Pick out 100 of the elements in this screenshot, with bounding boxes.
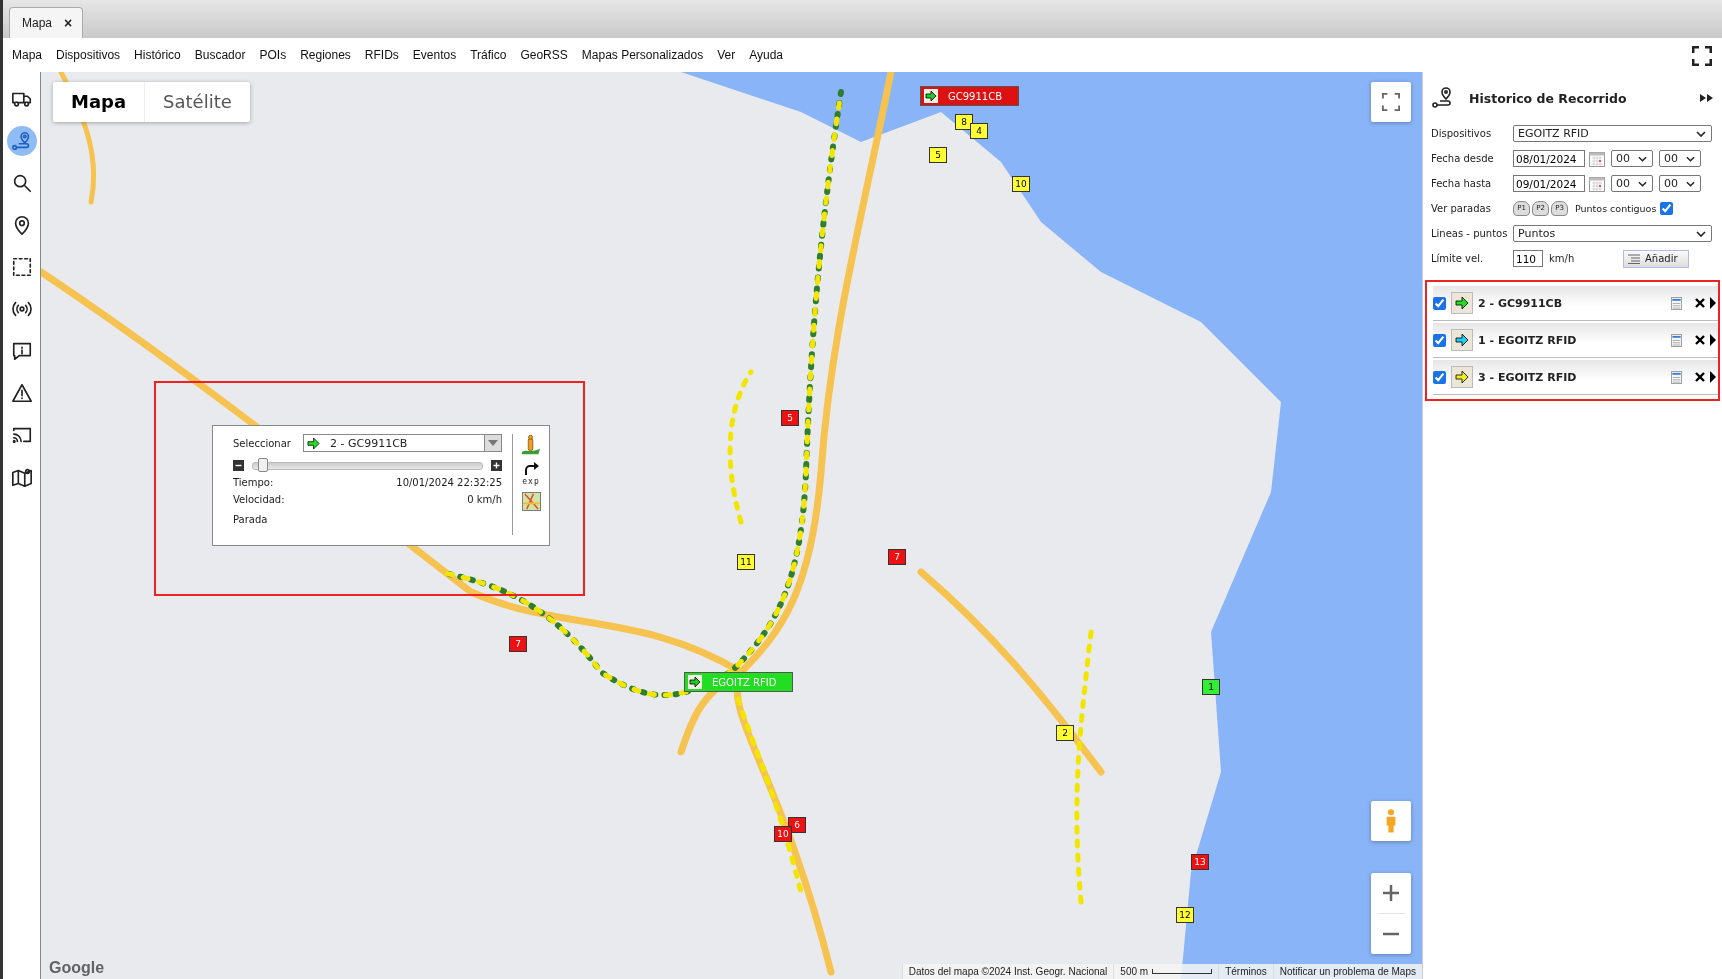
dropdown-caret-icon[interactable]	[1638, 155, 1647, 162]
document-icon[interactable]	[1671, 370, 1682, 384]
list-icon[interactable]	[1628, 253, 1640, 264]
contiguous-points-checkbox[interactable]	[1660, 202, 1674, 215]
expand-caret-icon[interactable]	[1710, 297, 1716, 309]
report-link[interactable]: Notificar un problema de Maps	[1272, 964, 1422, 979]
select-label: Seleccionar	[233, 437, 292, 449]
dropdown-caret-icon[interactable]	[1696, 130, 1706, 137]
stop-marker[interactable]: 11	[737, 554, 755, 570]
menu-item[interactable]: Buscador	[194, 48, 246, 62]
hour-select[interactable]: 00	[1611, 150, 1653, 167]
stop-marker[interactable]: 12	[1176, 907, 1194, 923]
stop-marker[interactable]: 1	[1202, 679, 1220, 695]
map-icon[interactable]	[521, 492, 541, 511]
stop-marker[interactable]: 10	[1012, 176, 1030, 192]
menu-item[interactable]: Tráfico	[470, 48, 507, 62]
field-value: 0 km/h	[467, 494, 502, 505]
minute-select[interactable]: 00	[1659, 175, 1701, 192]
date-field[interactable]: 08/01/2024	[1513, 150, 1585, 167]
track-checkbox[interactable]	[1433, 370, 1446, 384]
field-value: 10/01/2024 22:32:25	[396, 477, 502, 488]
calendar-icon[interactable]	[1589, 175, 1605, 192]
dropdown-caret-icon[interactable]	[1638, 180, 1647, 187]
hour-select[interactable]: 00	[1611, 175, 1653, 192]
calendar-icon[interactable]	[1589, 150, 1605, 167]
stop-marker[interactable]: 7	[888, 549, 906, 565]
stop-marker[interactable]: 5	[929, 147, 947, 163]
field-label: Ver paradas	[1431, 203, 1492, 214]
stop-marker[interactable]: 2	[1056, 725, 1074, 741]
stop-marker[interactable]: 8	[955, 114, 973, 130]
field-label: Lineas - puntos	[1431, 228, 1509, 239]
slider-thumb[interactable]	[257, 457, 268, 472]
track-checkbox[interactable]	[1433, 333, 1446, 347]
option-label: Puntos contiguos	[1575, 203, 1657, 214]
field-label: Límite vel.	[1431, 253, 1485, 264]
speed-limit-field[interactable]: 110	[1513, 250, 1543, 267]
menu-item[interactable]: Histórico	[134, 48, 181, 62]
track-label: 3 - EGOITZ RFID	[1478, 370, 1578, 384]
display-mode-select[interactable]: Puntos	[1513, 225, 1712, 242]
expand-caret-icon[interactable]	[1710, 334, 1716, 346]
stop-marker[interactable]: 7	[509, 636, 527, 652]
map-tab[interactable]: Mapa ×	[9, 7, 84, 38]
menu-item[interactable]: RFIDs	[364, 48, 399, 62]
expand-caret-icon[interactable]	[1710, 371, 1716, 383]
close-tab-button[interactable]: ×	[64, 15, 73, 31]
collapse-icon[interactable]	[1700, 94, 1714, 102]
menu-item[interactable]: Mapa	[12, 48, 43, 62]
add-button[interactable]: Añadir	[1623, 249, 1689, 268]
dropdown-caret-icon[interactable]	[1686, 180, 1695, 187]
stop-marker[interactable]: 6	[788, 817, 806, 833]
track-row[interactable]: 2 - GC9911CB	[1433, 286, 1718, 321]
remove-icon[interactable]	[1695, 372, 1705, 382]
map-type-tab[interactable]: Satélite	[145, 82, 250, 122]
device-select[interactable]: EGOITZ RFID	[1513, 125, 1712, 142]
track-select[interactable]: 2 - GC9911CB	[303, 434, 502, 452]
plus-button[interactable]	[491, 460, 502, 471]
field-label: Dispositivos	[1431, 128, 1493, 139]
menu-item[interactable]: Dispositivos	[56, 48, 121, 62]
menu-item[interactable]: Eventos	[412, 48, 457, 62]
status-text: Parada	[233, 514, 269, 525]
dropdown-caret-icon[interactable]	[1696, 230, 1706, 237]
document-icon[interactable]	[1671, 333, 1682, 347]
date-field[interactable]: 09/01/2024	[1513, 175, 1585, 192]
menu-item[interactable]: POIs	[259, 48, 287, 62]
stop-marker[interactable]: 10	[774, 826, 792, 842]
document-icon[interactable]	[1671, 296, 1682, 310]
stop-marker[interactable]: 13	[1191, 854, 1209, 870]
menu-item[interactable]: Ver	[717, 48, 736, 62]
minus-button[interactable]	[233, 460, 244, 471]
field-label: Fecha desde	[1431, 153, 1495, 164]
map-type-tab[interactable]: Mapa	[53, 82, 146, 122]
menu-item[interactable]: Mapas Personalizados	[581, 48, 704, 62]
track-row[interactable]: 1 - EGOITZ RFID	[1433, 323, 1718, 358]
track-row[interactable]: 3 - EGOITZ RFID	[1433, 360, 1718, 395]
terms-link[interactable]: Términos	[1218, 964, 1273, 979]
minute-select[interactable]: 00	[1659, 150, 1701, 167]
arrow-icon	[307, 436, 320, 450]
stop-marker[interactable]: 5	[781, 410, 799, 426]
vehicle-label[interactable]: GC9911CB	[920, 86, 1020, 106]
track-checkbox[interactable]	[1433, 296, 1446, 310]
menu-item[interactable]: Regiones	[300, 48, 351, 62]
arrow-icon	[688, 675, 702, 689]
remove-icon[interactable]	[1695, 298, 1705, 308]
export-arrow-icon[interactable]	[523, 462, 539, 476]
pegman-on-map-icon[interactable]	[520, 434, 542, 456]
export-label[interactable]: exp	[522, 477, 540, 486]
dropdown-caret-icon[interactable]	[1686, 155, 1695, 162]
scale-bar: 500 m	[1113, 964, 1219, 979]
fullscreen-icon[interactable]	[1692, 46, 1712, 66]
menu-item[interactable]: GeoRSS	[520, 48, 568, 62]
route-tool-icon[interactable]	[6, 126, 37, 156]
remove-icon[interactable]	[1695, 335, 1705, 345]
menu-item[interactable]: Ayuda	[749, 48, 783, 62]
time-slider[interactable]	[252, 461, 483, 470]
attribution-text: Datos del mapa ©2024 Inst. Geogr. Nacional	[901, 964, 1114, 979]
field-label: Fecha hasta	[1431, 178, 1493, 189]
plus-icon[interactable]	[1382, 884, 1400, 902]
stop-marker[interactable]: 4	[970, 123, 988, 139]
fullscreen-button[interactable]	[1371, 82, 1411, 122]
unit-label: km/h	[1549, 253, 1576, 264]
